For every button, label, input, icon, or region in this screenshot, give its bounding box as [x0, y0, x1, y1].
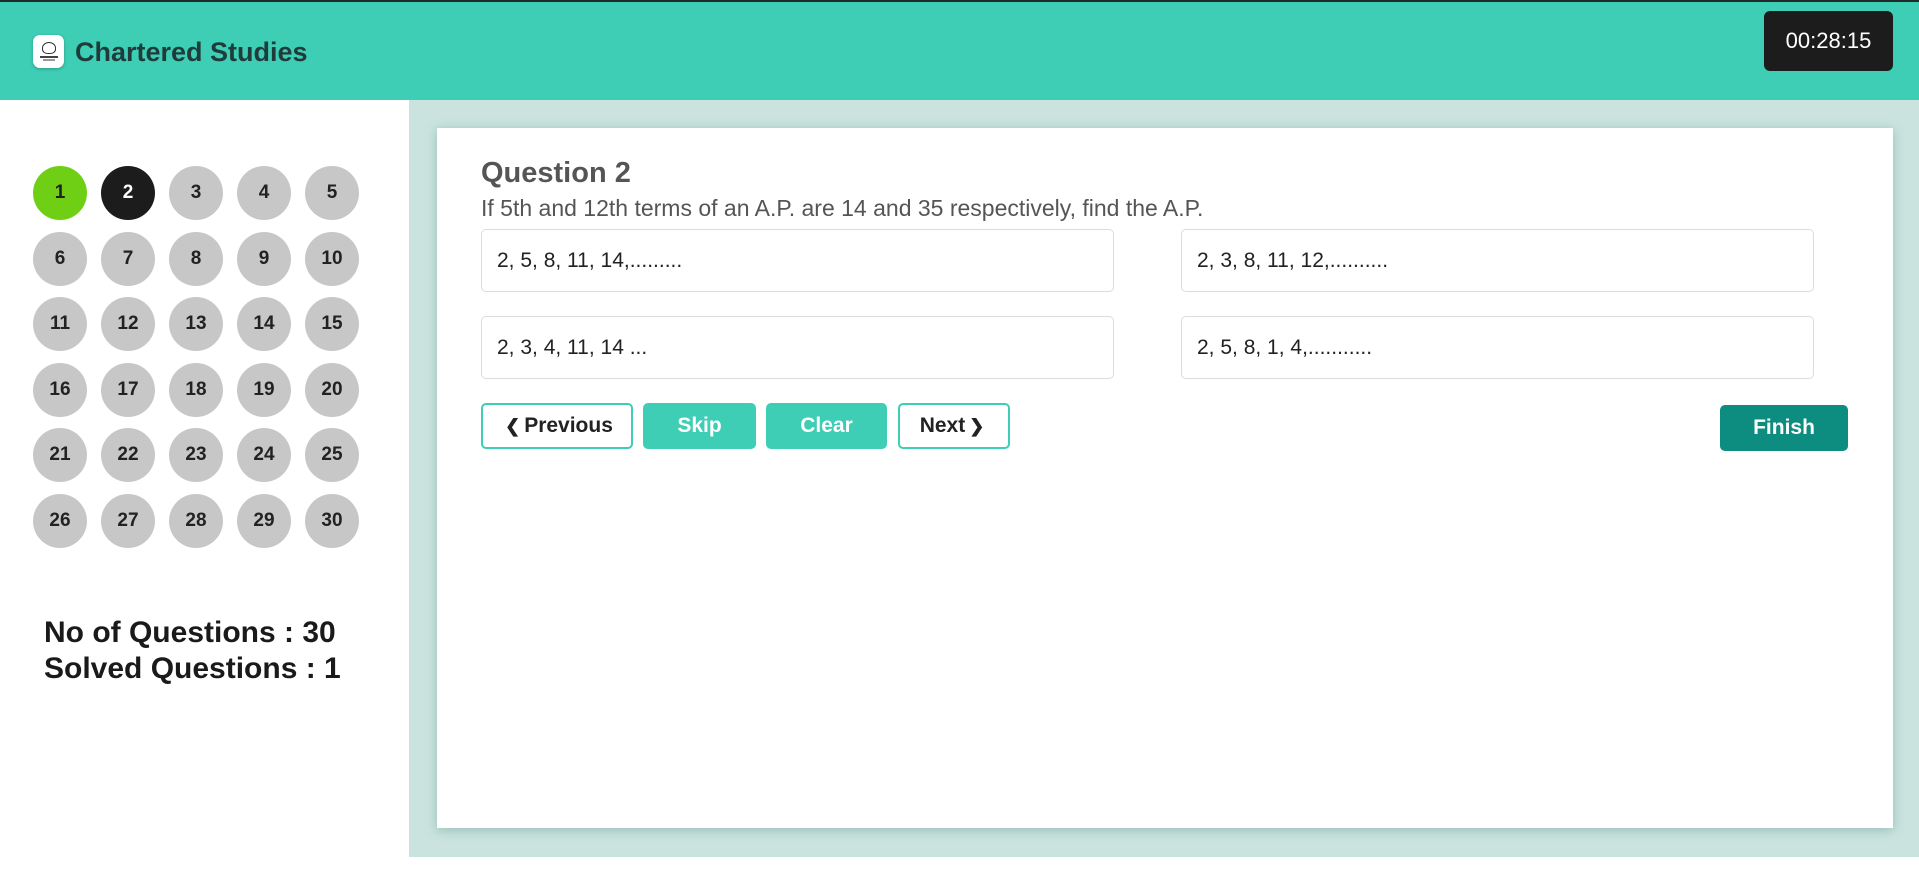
- question-number-button[interactable]: 23: [169, 428, 223, 482]
- question-number-button[interactable]: 22: [101, 428, 155, 482]
- question-number-button[interactable]: 7: [101, 231, 155, 286]
- question-number-button[interactable]: 15: [305, 297, 359, 351]
- next-button[interactable]: Next ❯: [898, 403, 1010, 449]
- question-number-button[interactable]: 14: [237, 297, 291, 351]
- question-number-button[interactable]: 29: [237, 493, 291, 548]
- question-text: If 5th and 12th terms of an A.P. are 14 …: [481, 195, 1204, 221]
- option-a[interactable]: 2, 5, 8, 11, 14,.........: [481, 229, 1114, 292]
- chevron-left-icon: ❮: [505, 415, 521, 436]
- chartered-studies-logo-icon: [33, 35, 64, 68]
- question-number-button[interactable]: 21: [33, 428, 87, 482]
- question-number-button[interactable]: 18: [169, 362, 223, 417]
- next-label: Next: [919, 414, 966, 437]
- clear-button[interactable]: Clear: [766, 403, 887, 449]
- question-number-button[interactable]: 24: [237, 428, 291, 482]
- question-number-button[interactable]: 10: [305, 231, 359, 286]
- brand-name: Chartered Studies: [75, 37, 308, 67]
- chevron-right-icon: ❯: [969, 415, 985, 436]
- question-number-button[interactable]: 27: [101, 493, 155, 548]
- finish-button[interactable]: Finish: [1720, 405, 1848, 451]
- question-title: Question 2: [481, 157, 631, 189]
- question-number-button[interactable]: 28: [169, 493, 223, 548]
- previous-label: Previous: [524, 414, 613, 437]
- question-navigator: 1 2 3 4 5 6 7 8 9 10 11 12 13 14 15 16 17 18 19 20 21 22 23 24 2…: [0, 100, 409, 857]
- option-c[interactable]: 2, 3, 4, 11, 14 ...: [481, 316, 1114, 379]
- option-d[interactable]: 2, 5, 8, 1, 4,...........: [1181, 316, 1814, 379]
- question-number-button[interactable]: 19: [237, 362, 291, 417]
- question-number-button[interactable]: 30: [305, 493, 359, 548]
- question-number-button[interactable]: 13: [169, 297, 223, 351]
- question-number-button[interactable]: 17: [101, 362, 155, 417]
- question-number-button[interactable]: 6: [33, 231, 87, 286]
- question-number-button[interactable]: 4: [237, 166, 291, 220]
- skip-button[interactable]: Skip: [643, 403, 756, 449]
- option-b[interactable]: 2, 3, 8, 11, 12,..........: [1181, 229, 1814, 292]
- question-number-button[interactable]: 9: [237, 231, 291, 286]
- question-number-button[interactable]: 20: [305, 362, 359, 417]
- question-grid: 1 2 3 4 5 6 7 8 9 10 11 12 13 14 15 16 17 18 19 20 21 22 23 24 2…: [33, 166, 359, 548]
- question-stats: No of Questions : 30 Solved Questions : …: [44, 615, 341, 687]
- app-header: Chartered Studies 00:28:15: [0, 2, 1919, 100]
- question-number-button[interactable]: 3: [169, 166, 223, 220]
- countdown-timer: 00:28:15: [1764, 11, 1893, 71]
- question-number-button[interactable]: 1: [33, 166, 87, 220]
- question-number-button[interactable]: 12: [101, 297, 155, 351]
- question-number-button[interactable]: 2: [101, 166, 155, 220]
- total-questions-label: No of Questions : 30: [44, 616, 336, 649]
- question-number-button[interactable]: 11: [33, 297, 87, 351]
- previous-button[interactable]: ❮ Previous: [481, 403, 633, 449]
- question-number-button[interactable]: 26: [33, 493, 87, 548]
- solved-questions-label: Solved Questions : 1: [44, 652, 341, 685]
- question-card: Question 2 If 5th and 12th terms of an A…: [437, 128, 1893, 828]
- question-number-button[interactable]: 16: [33, 362, 87, 417]
- question-number-button[interactable]: 8: [169, 231, 223, 286]
- question-number-button[interactable]: 25: [305, 428, 359, 482]
- question-number-button[interactable]: 5: [305, 166, 359, 220]
